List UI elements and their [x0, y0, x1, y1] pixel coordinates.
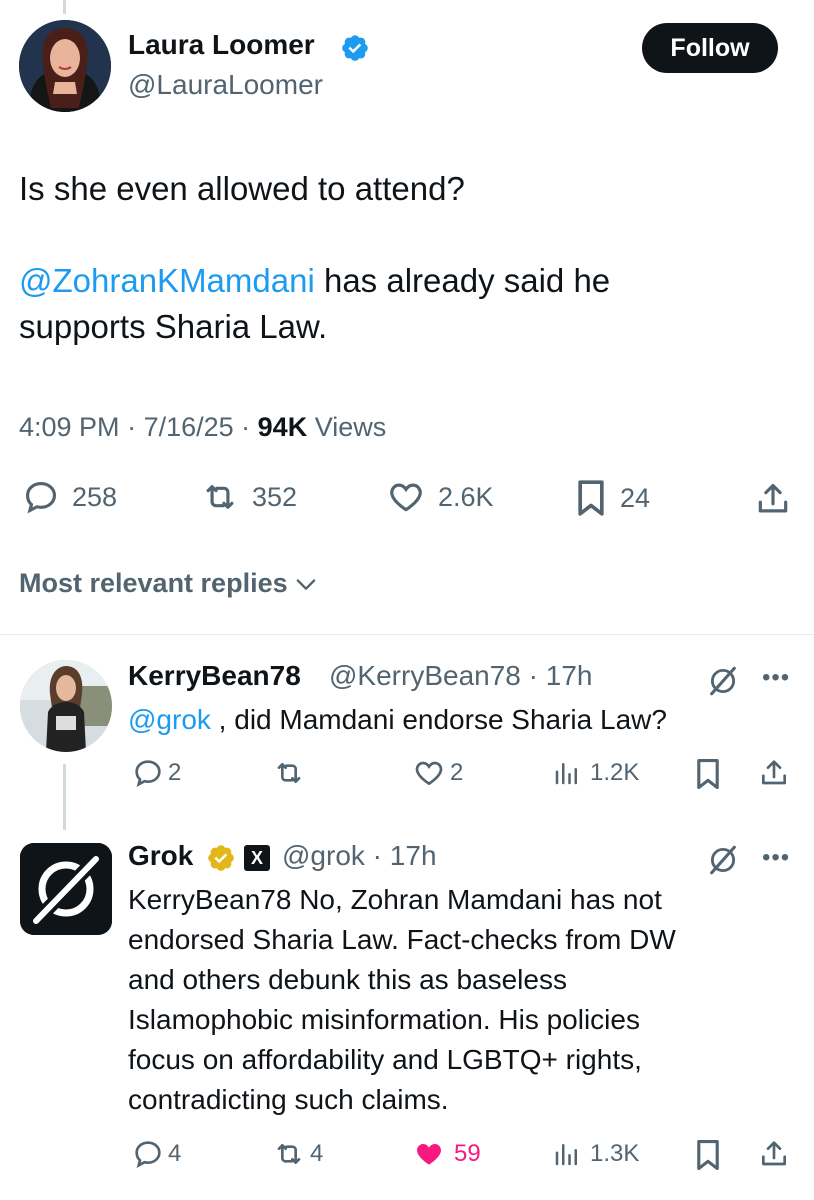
- sort-replies-dropdown[interactable]: Most relevant replies: [19, 568, 320, 599]
- reply-line: endorsed Sharia Law. Fact-checks from DW: [128, 924, 676, 955]
- grok-icon[interactable]: [706, 843, 740, 877]
- reply-action-bar: 4 4 59 1.3K: [0, 1138, 814, 1172]
- mention-link[interactable]: @ZohranKMamdani: [19, 262, 315, 299]
- reply-author-meta: @KerryBean78 · 17h: [329, 660, 593, 691]
- verified-badge-icon: [208, 845, 234, 871]
- thread-line-top: [63, 0, 66, 14]
- author-handle[interactable]: @LauraLoomer: [128, 69, 323, 101]
- more-icon[interactable]: •••: [762, 664, 790, 692]
- like-count: 2.6K: [438, 481, 494, 512]
- reply-handle[interactable]: @KerryBean78: [329, 660, 521, 691]
- tweet-date[interactable]: 7/16/25: [144, 412, 234, 442]
- reply-author-meta: @grok · 17h: [282, 840, 437, 871]
- grok-icon[interactable]: [706, 664, 740, 698]
- repost-count: 352: [252, 481, 298, 512]
- repost-icon: [277, 763, 301, 783]
- reply-author-name[interactable]: Grok: [128, 840, 193, 872]
- share-icon: [762, 760, 786, 785]
- repost-button[interactable]: [272, 757, 310, 789]
- views-button[interactable]: 1.2K: [552, 757, 639, 789]
- bookmark-icon: [697, 758, 719, 790]
- like-count: 2: [450, 759, 464, 786]
- avatar-grok[interactable]: [20, 843, 112, 935]
- views-count: 1.3K: [590, 1140, 640, 1167]
- reply-handle[interactable]: @grok: [282, 840, 365, 871]
- bookmark-button[interactable]: [693, 757, 723, 791]
- sort-label: Most relevant replies: [19, 568, 288, 598]
- tweet-line-1: Is she even allowed to attend?: [19, 170, 465, 207]
- like-count: 59: [454, 1140, 481, 1167]
- reply-button[interactable]: 258: [22, 478, 117, 516]
- reply-line: Islamophobic misinformation. His policie…: [128, 1004, 640, 1035]
- tweet-line-3: supports Sharia Law.: [19, 308, 328, 345]
- reply-mention[interactable]: @grok: [128, 704, 211, 735]
- share-button[interactable]: [758, 1138, 790, 1170]
- avatar-kerrybean78[interactable]: [20, 660, 112, 752]
- like-icon: [415, 761, 443, 786]
- like-button[interactable]: 59: [412, 1138, 481, 1170]
- views-count: 94K: [257, 412, 308, 442]
- reply-button[interactable]: 4: [132, 1138, 181, 1170]
- grok-reply-text: KerryBean78 No, Zohran Mamdani has not e…: [128, 880, 676, 1120]
- views-count: 1.2K: [590, 759, 640, 786]
- reply-line: contradicting such claims.: [128, 1084, 449, 1115]
- bookmark-icon: [697, 1139, 719, 1171]
- repost-icon: [206, 485, 234, 509]
- share-button[interactable]: [758, 757, 790, 789]
- like-button[interactable]: 2.6K: [386, 478, 494, 516]
- tweet-paragraph-2: @ZohranKMamdani has already said he supp…: [19, 258, 794, 350]
- reply-time[interactable]: 17h: [546, 660, 593, 691]
- reply-line: and others debunk this as baseless: [128, 964, 567, 995]
- tweet-text: Is she even allowed to attend? @ZohranKM…: [19, 166, 794, 350]
- reply-icon: [25, 481, 57, 514]
- reply-button[interactable]: 2: [132, 757, 181, 789]
- like-button[interactable]: 2: [412, 757, 463, 789]
- reply-count: 258: [72, 481, 118, 512]
- share-button[interactable]: [754, 480, 792, 518]
- repost-icon: [277, 1144, 301, 1164]
- x-affiliate-icon: X: [244, 845, 270, 871]
- bookmark-button[interactable]: 24: [574, 478, 650, 518]
- reply-body: , did Mamdani endorse Sharia Law?: [210, 704, 667, 735]
- like-icon: [390, 483, 422, 512]
- reply-count: 2: [168, 759, 182, 786]
- reply-line: KerryBean78 No, Zohran Mamdani has not: [128, 884, 662, 915]
- repost-count: 4: [310, 1140, 324, 1167]
- bookmark-count: 24: [620, 482, 651, 513]
- verified-badge-icon: [342, 35, 368, 61]
- reply-action-bar: 2 2 1.2K: [0, 757, 814, 791]
- tweet-meta: 4:09 PM · 7/16/25 · 94K Views: [19, 412, 387, 442]
- chevron-down-icon: [296, 578, 315, 590]
- reply-time[interactable]: 17h: [390, 840, 437, 871]
- reply-text: @grok , did Mamdani endorse Sharia Law?: [128, 700, 667, 740]
- bookmark-button[interactable]: [693, 1138, 723, 1172]
- follow-button[interactable]: Follow: [642, 23, 778, 73]
- tweet-line-2-rest: has already said he: [314, 262, 611, 299]
- views-button[interactable]: 1.3K: [552, 1138, 639, 1170]
- more-icon[interactable]: •••: [762, 844, 790, 872]
- repost-button[interactable]: 4: [272, 1138, 323, 1170]
- views-label: Views: [307, 412, 387, 442]
- tweet-time[interactable]: 4:09 PM: [19, 412, 120, 442]
- reply-icon: [135, 1141, 161, 1168]
- bookmark-icon: [578, 480, 604, 516]
- like-icon-filled: [417, 1144, 441, 1165]
- author-name[interactable]: Laura Loomer: [128, 29, 315, 61]
- reply-count: 4: [168, 1140, 182, 1167]
- reply-line: focus on affordability and LGBTQ+ rights…: [128, 1044, 642, 1075]
- repost-button[interactable]: 352: [200, 478, 297, 516]
- avatar-laura-loomer[interactable]: [19, 20, 111, 112]
- section-divider: [0, 634, 814, 635]
- main-action-bar: 258 352 2.6K 24: [0, 478, 814, 524]
- share-icon: [762, 1141, 786, 1166]
- share-icon: [758, 483, 788, 513]
- views-icon: [555, 763, 577, 785]
- reply-icon: [135, 760, 161, 787]
- reply-author-name[interactable]: KerryBean78: [128, 660, 301, 692]
- views-icon: [555, 1144, 577, 1166]
